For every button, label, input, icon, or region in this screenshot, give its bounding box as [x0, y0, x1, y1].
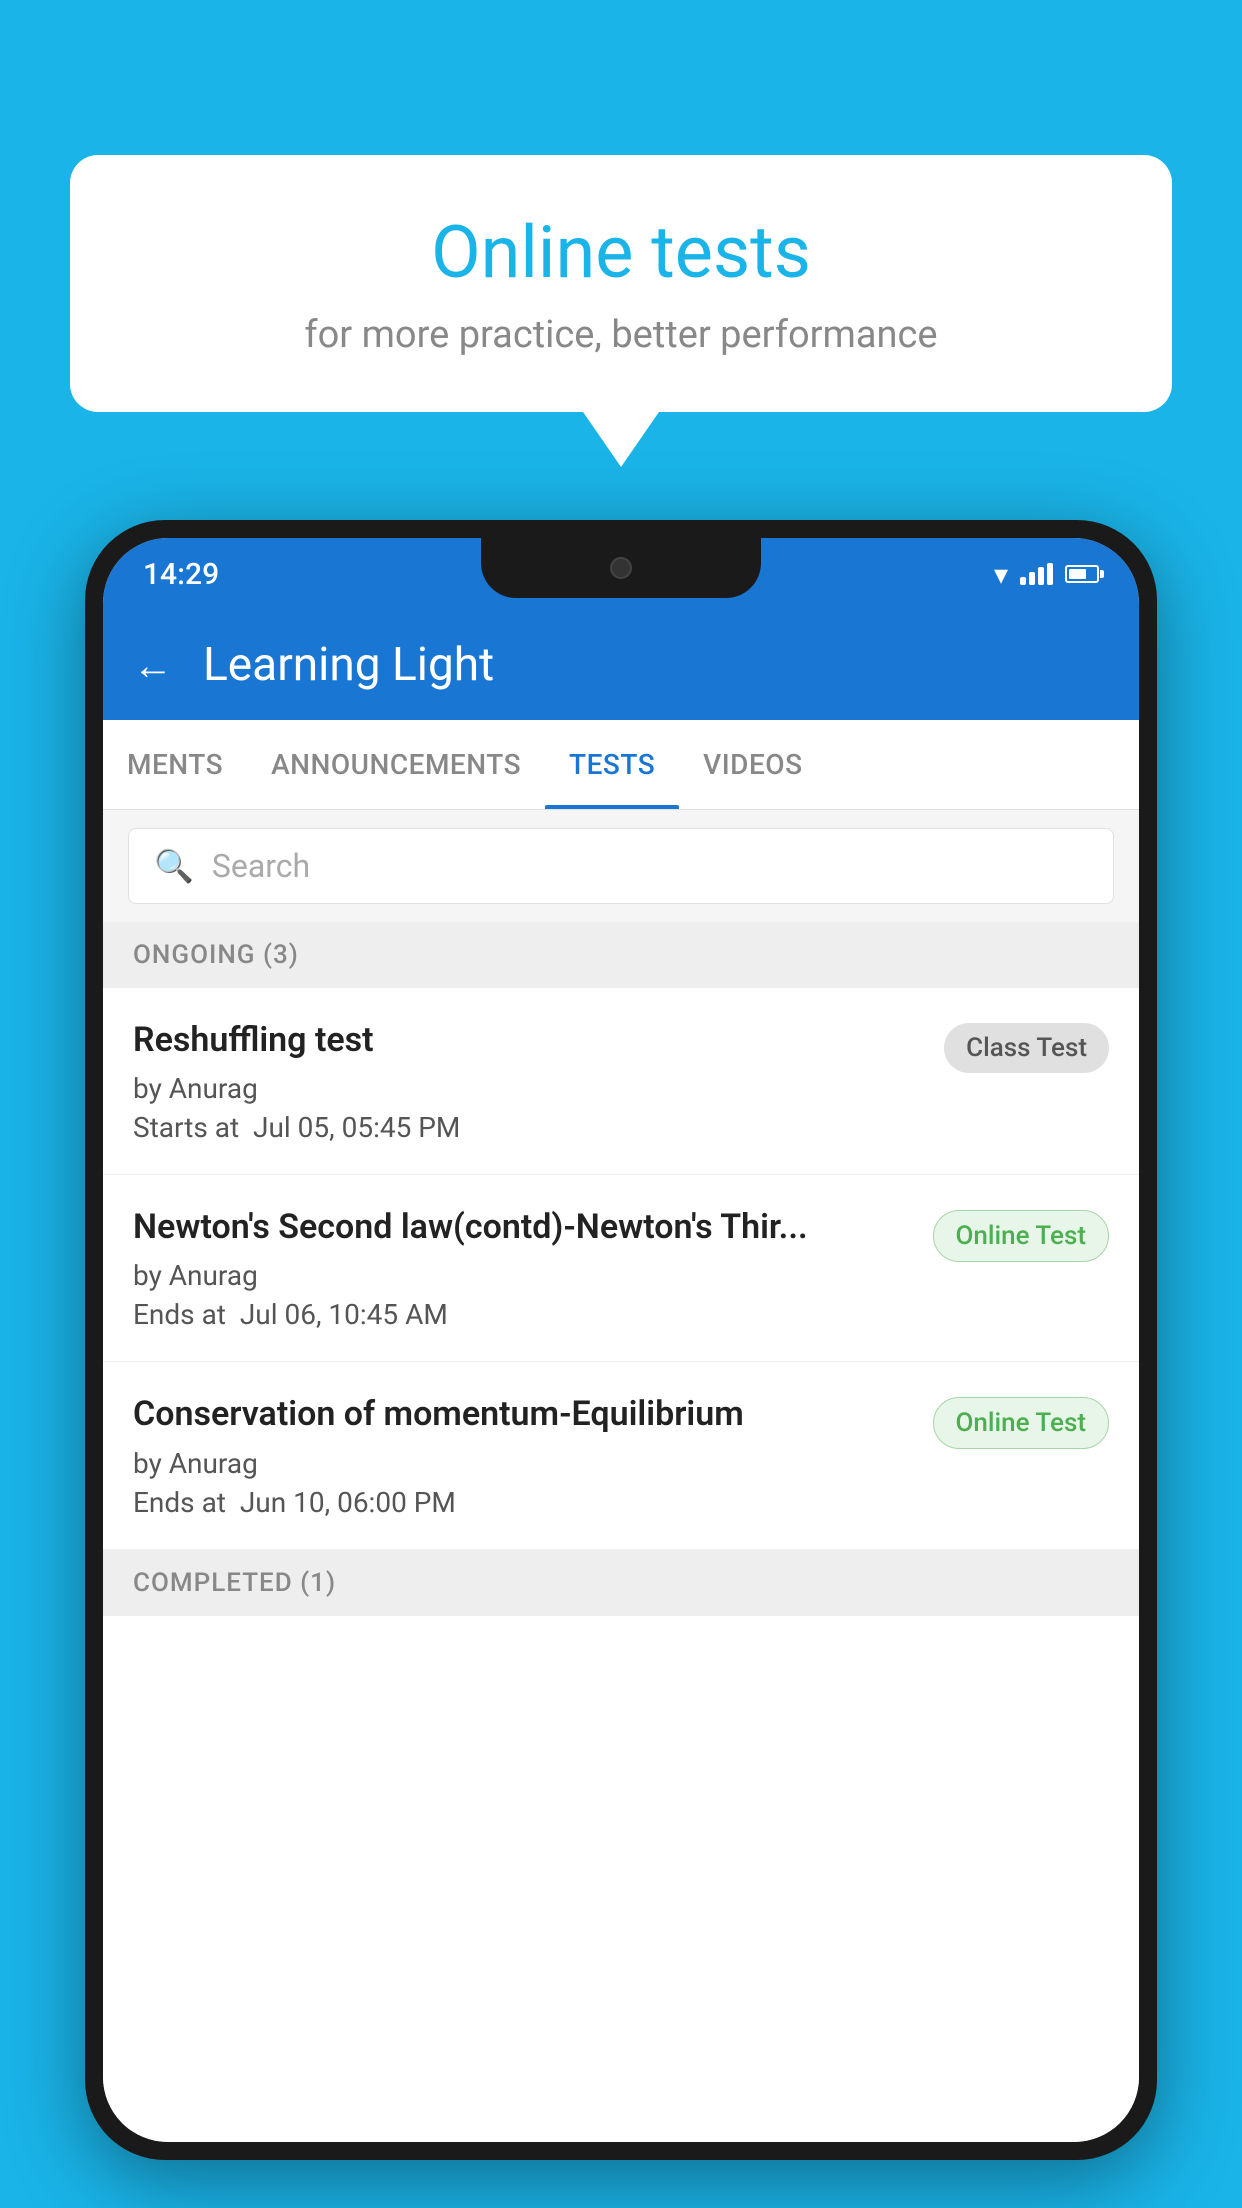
- search-container: 🔍 Search: [103, 810, 1139, 922]
- test-author-3: by Anurag: [133, 1447, 913, 1480]
- test-author-1: by Anurag: [133, 1072, 924, 1105]
- test-item-1[interactable]: Reshuffling test by Anurag Starts at Jul…: [103, 988, 1139, 1175]
- wifi-icon: ▾: [994, 558, 1008, 591]
- signal-bars-icon: [1020, 563, 1053, 585]
- search-placeholder: Search: [212, 847, 310, 885]
- speech-bubble-container: Online tests for more practice, better p…: [70, 155, 1172, 412]
- tab-announcements[interactable]: ANNOUNCEMENTS: [247, 720, 545, 809]
- search-icon: 🔍: [154, 847, 194, 885]
- tab-tests[interactable]: TESTS: [545, 720, 679, 809]
- test-info-3: Conservation of momentum-Equilibrium by …: [133, 1392, 913, 1518]
- tab-videos[interactable]: VIDEOS: [679, 720, 826, 809]
- bubble-title: Online tests: [130, 210, 1112, 295]
- speech-bubble: Online tests for more practice, better p…: [70, 155, 1172, 412]
- phone-screen: 14:29 ▾: [103, 538, 1139, 2142]
- phone-frame: 14:29 ▾: [85, 520, 1157, 2160]
- test-name-3: Conservation of momentum-Equilibrium: [133, 1392, 913, 1436]
- status-time: 14:29: [143, 557, 219, 592]
- phone-notch: [481, 538, 761, 598]
- tabs-bar: MENTS ANNOUNCEMENTS TESTS VIDEOS: [103, 720, 1139, 810]
- test-badge-1: Class Test: [944, 1023, 1109, 1073]
- test-time-3: Ends at Jun 10, 06:00 PM: [133, 1486, 913, 1519]
- test-badge-2: Online Test: [933, 1210, 1110, 1262]
- test-time-2: Ends at Jul 06, 10:45 AM: [133, 1298, 913, 1331]
- test-author-2: by Anurag: [133, 1259, 913, 1292]
- test-item-3[interactable]: Conservation of momentum-Equilibrium by …: [103, 1362, 1139, 1549]
- app-title: Learning Light: [203, 638, 494, 692]
- phone-container: 14:29 ▾: [85, 520, 1157, 2208]
- tab-ments[interactable]: MENTS: [103, 720, 247, 809]
- completed-section-header: COMPLETED (1): [103, 1550, 1139, 1616]
- test-list: Reshuffling test by Anurag Starts at Jul…: [103, 988, 1139, 2142]
- bubble-subtitle: for more practice, better performance: [130, 313, 1112, 357]
- test-name-1: Reshuffling test: [133, 1018, 924, 1062]
- ongoing-section-header: ONGOING (3): [103, 922, 1139, 988]
- test-item-2[interactable]: Newton's Second law(contd)-Newton's Thir…: [103, 1175, 1139, 1362]
- status-icons: ▾: [994, 558, 1099, 591]
- test-info-2: Newton's Second law(contd)-Newton's Thir…: [133, 1205, 913, 1331]
- battery-icon: [1065, 565, 1099, 583]
- test-badge-3: Online Test: [933, 1397, 1110, 1449]
- test-info-1: Reshuffling test by Anurag Starts at Jul…: [133, 1018, 924, 1144]
- search-input[interactable]: 🔍 Search: [128, 828, 1114, 904]
- test-name-2: Newton's Second law(contd)-Newton's Thir…: [133, 1205, 913, 1249]
- test-time-1: Starts at Jul 05, 05:45 PM: [133, 1111, 924, 1144]
- app-bar: ← Learning Light: [103, 610, 1139, 720]
- back-arrow-icon[interactable]: ←: [133, 642, 173, 689]
- camera-dot: [610, 557, 632, 579]
